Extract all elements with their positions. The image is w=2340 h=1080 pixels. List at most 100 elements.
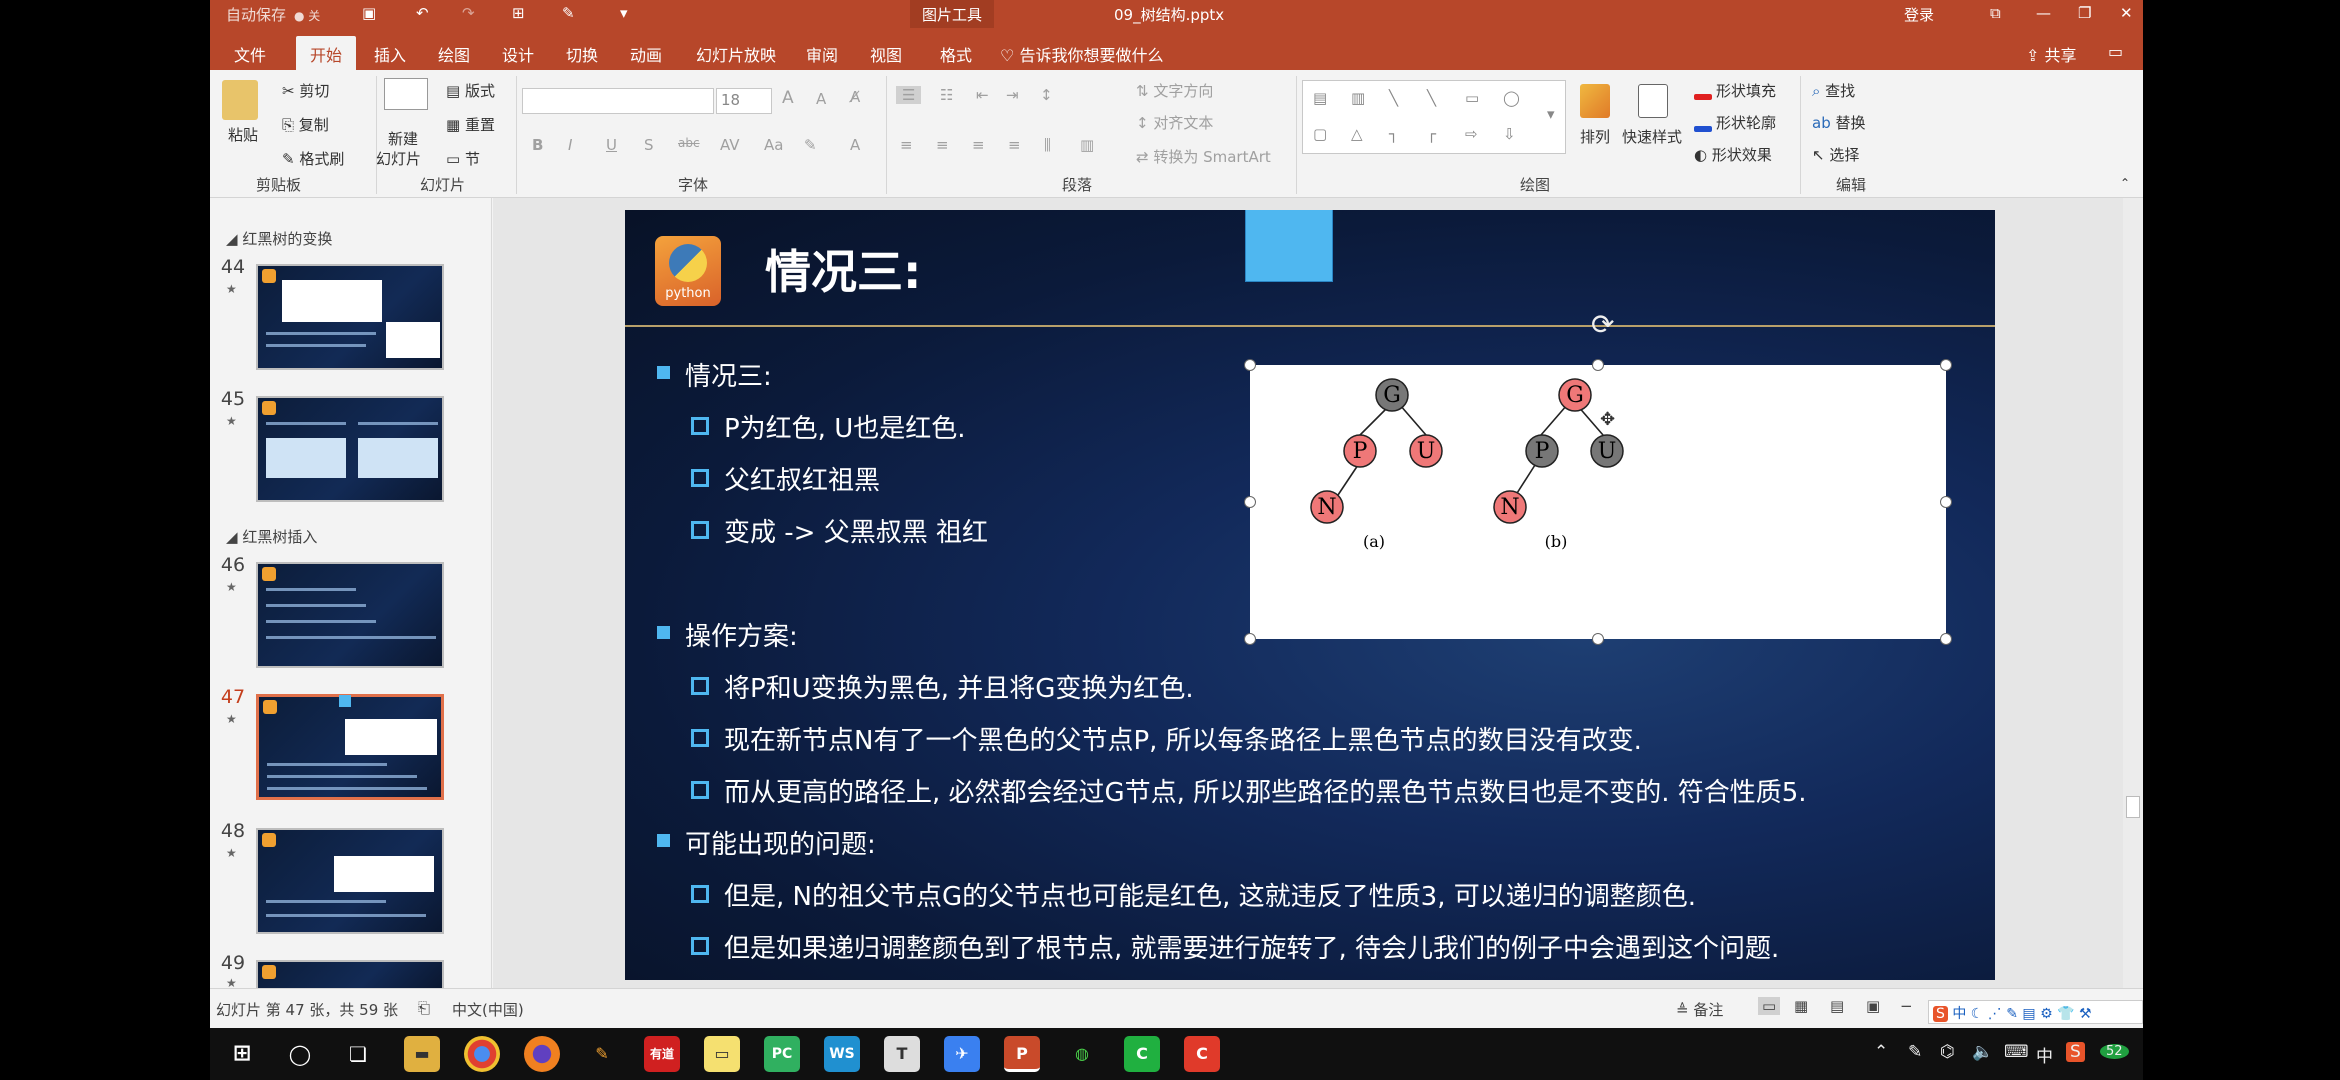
resize-handle[interactable] — [1940, 633, 1952, 645]
pen-icon[interactable]: ✎ — [1908, 1042, 1922, 1062]
tab-view[interactable]: 视图 — [856, 36, 916, 70]
arrange-icon[interactable] — [1580, 84, 1610, 118]
font-name-input[interactable] — [522, 88, 714, 114]
convert-smartart-button[interactable]: ⇄ 转换为 SmartArt — [1136, 146, 1271, 167]
slide-thumbnail[interactable] — [256, 396, 444, 502]
cut-button[interactable]: ✂ 剪切 — [282, 80, 329, 101]
file-explorer-icon[interactable]: ▬ — [404, 1036, 440, 1072]
paint-icon[interactable]: ✎ — [584, 1036, 620, 1072]
chat-icon[interactable]: ⌨ — [2004, 1042, 2029, 1062]
change-case-button[interactable]: Aa — [764, 136, 783, 154]
line-spacing-icon[interactable]: ↕ — [1040, 86, 1053, 104]
blue-square-shape[interactable] — [1245, 210, 1333, 282]
resize-handle[interactable] — [1592, 359, 1604, 371]
underline-button[interactable]: U — [606, 136, 617, 154]
pycharm-icon[interactable]: PC — [764, 1036, 800, 1072]
align-center-icon[interactable]: ≡ — [936, 136, 949, 154]
tab-home[interactable]: 开始 — [296, 36, 357, 70]
tab-animations[interactable]: 动画 — [616, 36, 676, 70]
tab-transitions[interactable]: 切换 — [552, 36, 612, 70]
shape-outline-button[interactable]: 形状轮廓 — [1694, 112, 1776, 133]
tab-format[interactable]: 格式 — [926, 36, 986, 70]
collapse-ribbon-icon[interactable]: ⌃ — [2120, 176, 2130, 190]
typora-icon[interactable]: T — [884, 1036, 920, 1072]
new-slide-button[interactable]: 新建 — [388, 128, 418, 149]
zoom-out-icon[interactable]: − — [1900, 997, 1913, 1015]
slide-thumbnail-current[interactable] — [256, 694, 444, 800]
slide-title[interactable]: 情况三: — [765, 236, 921, 302]
curved-connector-icon[interactable]: ┌ — [1427, 125, 1436, 143]
normal-view-icon[interactable]: ▭ — [1758, 997, 1781, 1015]
justify-icon[interactable]: ≡ — [1008, 136, 1021, 154]
notes-button[interactable]: ≜ 备注 — [1676, 999, 1723, 1020]
search-icon[interactable]: ◯ — [282, 1036, 318, 1072]
bullet-item[interactable]: 操作方案: — [657, 616, 798, 653]
paste-button[interactable]: 粘贴 — [228, 124, 258, 145]
highlight-icon[interactable]: ✎ — [804, 136, 817, 154]
rotate-handle-icon[interactable]: ⟳ — [1591, 308, 1614, 341]
resize-handle[interactable] — [1244, 359, 1256, 371]
tray-expand-icon[interactable]: ⌃ — [1874, 1042, 1888, 1062]
login-button[interactable]: 登录 — [1904, 4, 1934, 25]
italic-button[interactable]: I — [568, 136, 572, 154]
comments-icon[interactable]: ▭ — [2094, 36, 2137, 70]
section-header[interactable]: ◢ 红黑树插入 — [226, 526, 317, 547]
char-spacing-button[interactable]: AV — [720, 136, 740, 154]
minimize-icon[interactable]: — — [2036, 4, 2051, 22]
font-color-button[interactable]: A — [850, 136, 860, 154]
bullet-item[interactable]: 可能出现的问题: — [657, 824, 876, 861]
tab-file[interactable]: 文件 — [220, 36, 280, 70]
scrollbar-thumb[interactable] — [2126, 796, 2140, 818]
present-icon[interactable]: ⊞ — [512, 4, 525, 22]
close-icon[interactable]: ✕ — [2120, 4, 2133, 22]
quick-styles-button[interactable]: 快速样式 — [1622, 126, 1682, 147]
layout-button[interactable]: ▤ 版式 — [446, 80, 495, 101]
clear-format-icon[interactable]: A̸ — [850, 88, 860, 106]
elbow-connector-icon[interactable]: ┐ — [1389, 125, 1398, 143]
save-icon[interactable]: ▣ — [362, 4, 376, 22]
vertical-textbox-icon[interactable]: ▥ — [1351, 89, 1365, 107]
resize-handle[interactable] — [1940, 496, 1952, 508]
triangle-shape-icon[interactable]: △ — [1351, 125, 1363, 143]
resize-handle[interactable] — [1592, 633, 1604, 645]
down-arrow-shape-icon[interactable]: ⇩ — [1503, 125, 1516, 143]
paste-icon[interactable] — [222, 80, 258, 120]
tab-design[interactable]: 设计 — [488, 36, 548, 70]
ribbon-display-icon[interactable]: ⧉ — [1990, 4, 2001, 22]
sogou-tray-icon[interactable]: S — [2066, 1042, 2085, 1062]
green-app-icon[interactable]: C — [1124, 1036, 1160, 1072]
slide-thumbnail[interactable] — [256, 562, 444, 668]
autosave-toggle[interactable]: ● 关 — [294, 7, 320, 24]
align-text-button[interactable]: ↕ 对齐文本 — [1136, 112, 1213, 133]
wechat-icon[interactable]: ◍ — [1064, 1036, 1100, 1072]
new-slide-icon[interactable] — [384, 78, 428, 110]
bullet-item[interactable]: P为红色, U也是红色. — [691, 408, 966, 445]
replace-button[interactable]: ab 替换 — [1812, 112, 1866, 133]
red-app-icon[interactable]: C — [1184, 1036, 1220, 1072]
reading-view-icon[interactable]: ▤ — [1830, 997, 1844, 1015]
copy-button[interactable]: ⎘ 复制 — [282, 114, 329, 135]
oval-shape-icon[interactable]: ◯ — [1503, 89, 1520, 107]
slide-thumbnail[interactable] — [256, 264, 444, 370]
textbox-shape-icon[interactable]: ▤ — [1313, 89, 1327, 107]
tab-insert[interactable]: 插入 — [360, 36, 420, 70]
gallery-more-icon[interactable]: ▾ — [1547, 105, 1555, 123]
rectangle-shape-icon[interactable]: ▭ — [1465, 89, 1479, 107]
distributed-icon[interactable]: ▥ — [1080, 136, 1094, 154]
shrink-font-icon[interactable]: A — [816, 90, 826, 108]
tab-review[interactable]: 审阅 — [792, 36, 852, 70]
rb-tree-diagram[interactable]: G P U N G P U N (a) (b) ✥ — [1250, 365, 1946, 639]
chrome-icon[interactable] — [464, 1036, 500, 1072]
firefox-icon[interactable] — [524, 1036, 560, 1072]
ime-indicator[interactable]: 中 — [2036, 1042, 2053, 1067]
numbering-icon[interactable]: ☷ — [940, 86, 953, 104]
slide-thumbnail[interactable] — [256, 828, 444, 934]
undo-icon[interactable]: ↶ — [416, 4, 429, 22]
resize-handle[interactable] — [1244, 496, 1256, 508]
redo-icon[interactable]: ↷ — [462, 4, 475, 22]
bullet-item[interactable]: 但是, N的祖父节点G的父节点也可能是红色, 这就违反了性质3, 可以递归的调整… — [691, 876, 1696, 913]
shadow-button[interactable]: S — [644, 136, 654, 154]
align-right-icon[interactable]: ≡ — [972, 136, 985, 154]
shapes-gallery[interactable]: ▤ ▥ ╲ ╲ ▭ ◯ ▢ △ ┐ ┌ ⇨ ⇩ ▾ — [1302, 80, 1566, 154]
bullet-item[interactable]: 父红叔红祖黑 — [690, 460, 880, 497]
